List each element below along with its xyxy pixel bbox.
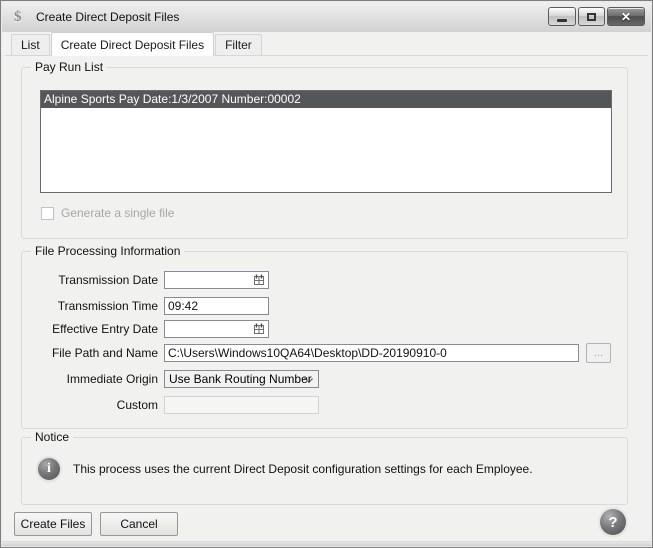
effective-entry-date-row: Effective Entry Date (22, 320, 269, 338)
pay-run-list-item[interactable]: Alpine Sports Pay Date:1/3/2007 Number:0… (41, 91, 611, 108)
minimize-button[interactable] (548, 7, 576, 26)
notice-title: Notice (31, 430, 73, 444)
pay-run-list-group: Pay Run List Alpine Sports Pay Date:1/3/… (21, 67, 628, 239)
help-icon[interactable]: ? (600, 509, 626, 535)
pay-run-list-title: Pay Run List (31, 60, 107, 74)
immediate-origin-value: Use Bank Routing Number (169, 372, 312, 386)
notice-text: This process uses the current Direct Dep… (73, 462, 533, 476)
file-path-label: File Path and Name (22, 346, 164, 360)
immediate-origin-row: Immediate Origin Use Bank Routing Number (22, 370, 319, 388)
file-path-row: File Path and Name ... (22, 344, 611, 362)
notice-row: i This process uses the current Direct D… (38, 458, 533, 480)
minimize-icon (557, 19, 567, 22)
maximize-icon (587, 13, 596, 21)
calendar-icon[interactable] (253, 274, 265, 286)
transmission-date-label: Transmission Date (22, 273, 164, 287)
file-path-input[interactable] (164, 344, 579, 362)
transmission-date-row: Transmission Date (22, 271, 269, 289)
custom-row: Custom (22, 396, 319, 414)
title-bar: $ Create Direct Deposit Files ✕ (2, 2, 651, 32)
tab-create-direct-deposit-files[interactable]: Create Direct Deposit Files (51, 32, 214, 56)
dollar-icon: $ (14, 9, 30, 26)
notice-group: Notice i This process uses the current D… (21, 437, 628, 505)
effective-entry-date-label: Effective Entry Date (22, 322, 164, 336)
tab-filter[interactable]: Filter (215, 34, 262, 55)
tab-strip: List Create Direct Deposit Files Filter (5, 32, 648, 56)
custom-label: Custom (22, 398, 164, 412)
generate-single-file-row: Generate a single file (41, 206, 174, 220)
generate-single-file-label: Generate a single file (61, 206, 174, 220)
generate-single-file-checkbox[interactable] (41, 207, 54, 220)
maximize-button[interactable] (578, 7, 605, 26)
info-icon: i (38, 458, 60, 480)
transmission-time-input[interactable] (164, 297, 269, 315)
calendar-icon[interactable] (253, 323, 265, 335)
window-bottom-frame (2, 541, 651, 546)
tab-list[interactable]: List (11, 34, 50, 55)
transmission-time-row: Transmission Time (22, 297, 269, 315)
transmission-time-label: Transmission Time (22, 299, 164, 313)
file-processing-group: File Processing Information Transmission… (21, 251, 628, 429)
dialog-window: $ Create Direct Deposit Files ✕ List Cre… (0, 0, 653, 548)
pay-run-listbox[interactable]: Alpine Sports Pay Date:1/3/2007 Number:0… (40, 90, 612, 193)
close-button[interactable]: ✕ (607, 7, 645, 26)
immediate-origin-select[interactable]: Use Bank Routing Number (164, 370, 319, 388)
immediate-origin-label: Immediate Origin (22, 372, 164, 386)
window-controls: ✕ (548, 7, 645, 26)
window-title: Create Direct Deposit Files (36, 10, 179, 24)
browse-button[interactable]: ... (586, 343, 611, 363)
cancel-button[interactable]: Cancel (100, 512, 178, 536)
create-files-button[interactable]: Create Files (14, 512, 92, 536)
custom-input[interactable] (164, 396, 319, 414)
file-processing-title: File Processing Information (31, 244, 184, 258)
close-icon: ✕ (621, 11, 631, 23)
